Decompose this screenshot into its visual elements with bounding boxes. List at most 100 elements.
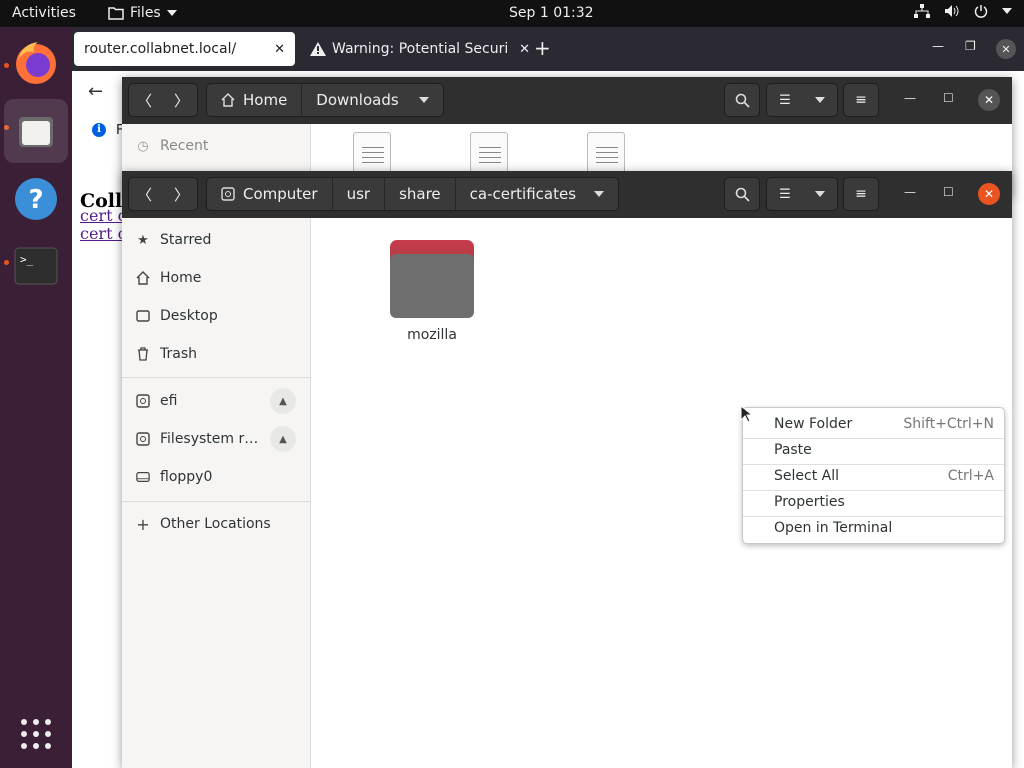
tab-bar: router.collabnet.local/ ✕ Warning: Poten… — [72, 27, 1024, 71]
sidebar-item-label: Desktop — [160, 308, 218, 324]
back-icon[interactable]: 〈 — [137, 90, 152, 111]
list-view-icon: ☰ — [779, 186, 791, 202]
search-icon — [735, 187, 750, 202]
terminal-icon: >_ — [14, 247, 58, 285]
home-icon — [221, 93, 235, 107]
sidebar-item-filesystem[interactable]: Filesystem r… ▲ — [122, 420, 310, 458]
show-apps-button[interactable] — [4, 702, 68, 766]
files-icon — [19, 117, 53, 147]
nav-buttons[interactable]: 〈 〉 — [128, 83, 198, 117]
sidebar-item-floppy[interactable]: floppy0 — [122, 458, 310, 496]
search-button[interactable] — [724, 177, 760, 211]
home-icon — [136, 271, 150, 285]
new-tab-button[interactable]: + — [534, 36, 551, 60]
sidebar-divider — [122, 377, 310, 378]
back-icon[interactable]: 〈 — [137, 184, 152, 205]
menu-item-properties[interactable]: Properties — [743, 489, 1004, 515]
menu-item-accel: Shift+Ctrl+N — [903, 416, 994, 432]
hamburger-icon: ≡ — [855, 92, 867, 108]
crumb-downloads[interactable]: Downloads — [302, 84, 442, 116]
file-icon[interactable] — [470, 132, 508, 176]
cert-link[interactable]: cert c — [80, 206, 127, 225]
view-options-button[interactable]: ☰ — [766, 177, 838, 211]
chevron-down-icon — [166, 10, 177, 16]
search-button[interactable] — [724, 83, 760, 117]
app-menu-label: Files — [130, 5, 161, 21]
crumb-usr[interactable]: usr — [333, 178, 386, 210]
back-arrow-icon[interactable]: ← — [88, 81, 103, 102]
activities-button[interactable]: Activities — [12, 5, 76, 21]
menu-item-new-folder[interactable]: New Folder Shift+Ctrl+N — [743, 411, 1004, 437]
close-window-button[interactable]: ✕ — [996, 39, 1016, 59]
files-launcher[interactable] — [4, 99, 68, 163]
sidebar-item-recent[interactable]: ◷ Recent — [122, 127, 310, 165]
hamburger-icon: ≡ — [855, 186, 867, 202]
maximize-icon[interactable]: ☐ — [943, 91, 954, 105]
file-icon[interactable] — [353, 132, 391, 176]
close-window-button[interactable]: ✕ — [978, 89, 1000, 111]
main-menu-button[interactable]: ≡ — [843, 177, 879, 211]
sidebar-item-starred[interactable]: ★ Starred — [122, 221, 310, 259]
nav-buttons[interactable]: 〈 〉 — [128, 177, 198, 211]
sidebar-item-home[interactable]: Home — [122, 259, 310, 297]
tab-warning[interactable]: Warning: Potential Securi ✕ — [300, 32, 540, 66]
app-menu[interactable]: Files — [108, 5, 177, 21]
close-tab-icon[interactable]: ✕ — [519, 42, 530, 57]
minimize-icon[interactable]: — — [904, 185, 916, 199]
crumb-share[interactable]: share — [385, 178, 456, 210]
help-icon: ? — [15, 178, 57, 220]
volume-icon — [945, 5, 959, 17]
folder-icon — [390, 254, 474, 318]
folder-label[interactable]: mozilla — [372, 327, 492, 343]
menu-item-paste[interactable]: Paste — [743, 437, 1004, 463]
close-window-button[interactable]: ✕ — [978, 183, 1000, 205]
main-menu-button[interactable]: ≡ — [843, 83, 879, 117]
sidebar-item-label: efi — [160, 393, 178, 409]
crumb-ca-certificates[interactable]: ca-certificates — [456, 178, 618, 210]
minimize-icon[interactable]: — — [904, 91, 916, 105]
apps-grid-icon — [21, 719, 51, 749]
firefox-launcher[interactable] — [4, 30, 68, 94]
sidebar-item-efi[interactable]: efi ▲ — [122, 382, 310, 420]
maximize-icon[interactable]: ❐ — [965, 39, 976, 53]
menu-item-label: Open in Terminal — [774, 520, 893, 536]
system-tray[interactable] — [914, 4, 1012, 18]
desktop-icon — [136, 310, 150, 322]
sidebar-item-trash[interactable]: Trash — [122, 335, 310, 373]
tab-router[interactable]: router.collabnet.local/ ✕ — [74, 32, 295, 66]
folder-item[interactable] — [390, 240, 474, 318]
drive-icon — [136, 432, 150, 446]
sidebar: ★ Starred Home Desktop Trash efi ▲ Files… — [122, 218, 311, 768]
sidebar-item-label: Recent — [160, 138, 209, 154]
help-launcher[interactable]: ? — [4, 167, 68, 231]
cert-link[interactable]: cert c — [80, 224, 127, 243]
maximize-icon[interactable]: ☐ — [943, 185, 954, 199]
crumb-home[interactable]: Home — [207, 84, 303, 116]
crumb-computer[interactable]: Computer — [207, 178, 333, 210]
view-options-button[interactable]: ☰ — [766, 83, 838, 117]
path-bar: Computer usr share ca-certificates — [206, 177, 620, 211]
mouse-cursor-icon — [740, 405, 752, 423]
menu-item-select-all[interactable]: Select All Ctrl+A — [743, 463, 1004, 489]
clock[interactable]: Sep 1 01:32 — [509, 5, 594, 21]
sidebar-item-label: Home — [160, 270, 202, 286]
floppy-drive-icon — [136, 472, 150, 482]
sidebar-item-label: Trash — [160, 346, 197, 362]
terminal-launcher[interactable]: >_ — [4, 234, 68, 298]
sidebar-item-desktop[interactable]: Desktop — [122, 297, 310, 335]
dock: ? >_ — [0, 27, 72, 768]
chevron-down-icon — [418, 97, 429, 103]
forward-icon[interactable]: 〉 — [174, 184, 189, 205]
eject-icon[interactable]: ▲ — [270, 388, 296, 414]
minimize-icon[interactable]: — — [932, 39, 944, 53]
crumb-label: Home — [243, 91, 288, 109]
forward-icon[interactable]: 〉 — [174, 90, 189, 111]
sidebar-item-other-locations[interactable]: + Other Locations — [122, 505, 310, 543]
crumb-label: usr — [346, 185, 371, 203]
menu-item-open-terminal[interactable]: Open in Terminal — [743, 515, 1004, 541]
tab-title: Warning: Potential Securi — [332, 41, 509, 57]
file-icon[interactable] — [587, 132, 625, 176]
close-tab-icon[interactable]: ✕ — [274, 42, 285, 57]
info-icon: i — [92, 123, 106, 137]
eject-icon[interactable]: ▲ — [270, 426, 296, 452]
